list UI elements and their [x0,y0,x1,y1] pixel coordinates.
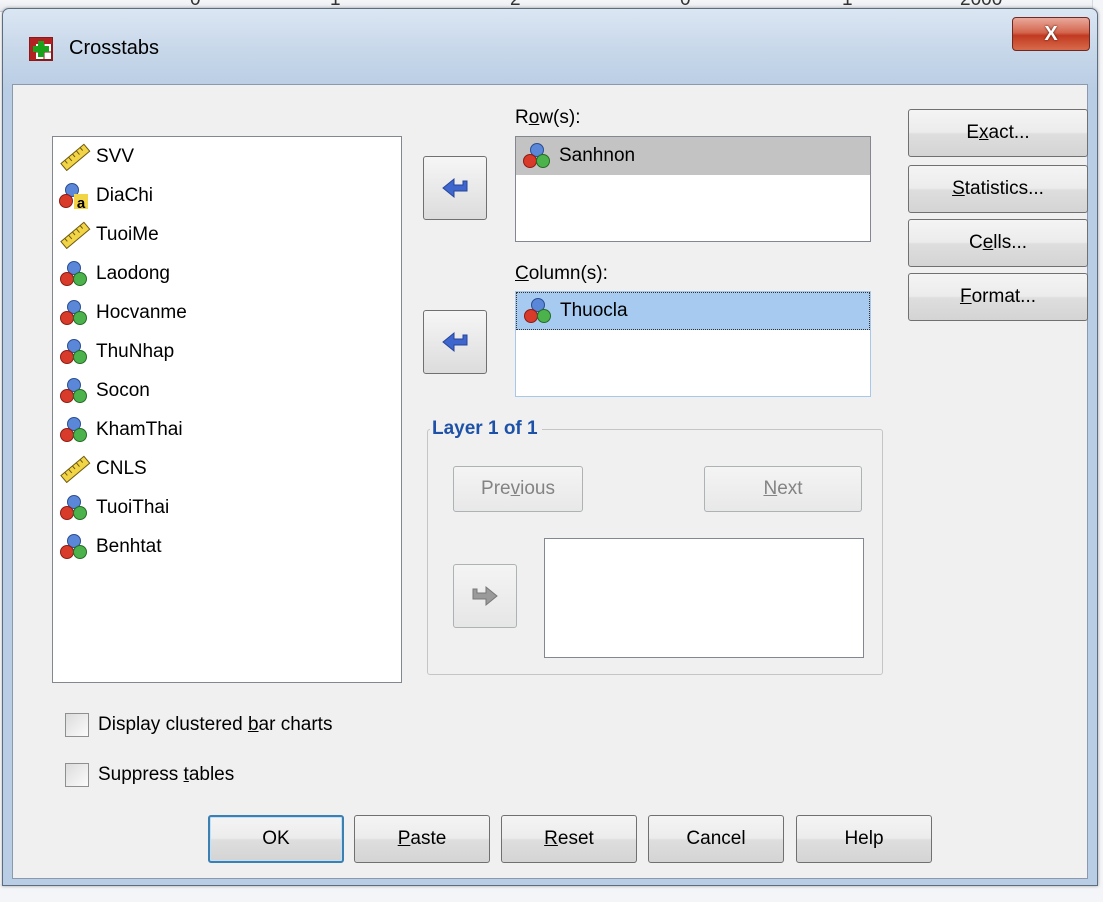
variable-name: KhamThai [96,418,183,440]
nominal-measure-icon [60,299,87,325]
variable-name: SVV [96,145,135,167]
variable-name: Socon [96,379,150,401]
variable-name: ThuNhap [96,340,175,362]
suppress-tables-label: Suppress tables [98,764,235,785]
variable-item[interactable]: SVV [53,137,401,176]
next-layer-button[interactable]: Next [704,466,862,512]
variable-item[interactable]: TuoiThai [53,488,401,527]
svg-text:a: a [77,195,86,210]
nominal-measure-icon [60,416,87,442]
nominal-measure-icon [60,533,87,559]
variable-item[interactable]: Laodong [53,254,401,293]
exact-button[interactable]: Ex act... [908,109,1088,157]
rows-list[interactable]: Sanhnon [515,136,871,242]
ok-button[interactable]: OK [208,815,344,863]
scale-measure-icon [60,143,91,171]
window-title: Crosstabs [69,37,160,59]
reset-button[interactable]: Reset [501,815,637,863]
title-bar[interactable]: Crosstabs X [3,9,1097,84]
scale-measure-icon [60,221,91,249]
cancel-button[interactable]: Cancel [648,815,784,863]
variable-item[interactable]: Socon [53,371,401,410]
nominal-measure-icon [524,298,551,323]
cells-button[interactable]: Ce lls... [908,219,1088,267]
clustered-bar-charts-label: Display clustered bar charts [98,714,333,735]
variable-item[interactable]: a DiaChi [53,176,401,215]
dialog-body: SVV a DiaChi TuoiMe Laodong Hocvanme ThuNhap So… [12,84,1088,879]
variable-item[interactable]: Hocvanme [53,293,401,332]
paste-button[interactable]: Paste [354,815,490,863]
crosstabs-icon [29,37,53,61]
crosstabs-dialog: Crosstabs X SVV a DiaChi TuoiMe Laodong Hocva… [2,8,1098,886]
rows-item[interactable]: Sanhnon [516,137,870,175]
layer-group: Layer 1 of 1 Pre v ious Next [427,418,883,675]
variable-name: Benhtat [96,535,162,557]
scale-measure-icon [60,455,91,483]
variable-item[interactable]: KhamThai [53,410,401,449]
background-window-edge [0,884,1103,902]
variable-item[interactable]: TuoiMe [53,215,401,254]
close-button[interactable]: X [1012,17,1090,51]
columns-item[interactable]: Thuocla [516,292,870,330]
columns-list[interactable]: Thuocla [515,291,871,397]
nominal-measure-icon [523,143,550,168]
columns-label: Column(s): [515,263,608,284]
variable-name: Laodong [96,262,170,284]
variable-name: Hocvanme [96,301,187,323]
suppress-tables-option[interactable]: Suppress tables [65,763,234,787]
arrow-right-icon [472,585,498,607]
clustered-bar-charts-checkbox[interactable] [65,713,89,737]
source-variable-list[interactable]: SVV a DiaChi TuoiMe Laodong Hocvanme ThuNhap So… [52,136,402,683]
arrow-left-icon [442,331,468,353]
variable-name: TuoiThai [96,496,170,518]
layer-list[interactable] [544,538,864,658]
variable-item[interactable]: ThuNhap [53,332,401,371]
move-to-layer-button[interactable] [453,564,517,628]
nominal-measure-icon [60,260,87,286]
nominal-measure-icon [60,494,87,520]
move-to-columns-button[interactable] [423,310,487,374]
rows-item-label: Sanhnon [559,145,636,166]
statistics-button[interactable]: Statistics... [908,165,1088,213]
variable-item[interactable]: CNLS [53,449,401,488]
arrow-left-icon [442,177,468,199]
variable-item[interactable]: Benhtat [53,527,401,566]
clustered-bar-charts-option[interactable]: Display clustered bar charts [65,713,332,737]
variable-name: DiaChi [96,184,154,206]
string-nominal-icon: a [59,182,88,210]
previous-layer-button[interactable]: Pre v ious [453,466,583,512]
format-button[interactable]: Format... [908,273,1088,321]
rows-label: Row(s): [515,107,581,128]
suppress-tables-checkbox[interactable] [65,763,89,787]
layer-title: Layer 1 of 1 [430,418,542,440]
columns-item-label: Thuocla [560,300,628,321]
help-button[interactable]: Help [796,815,932,863]
close-icon: X [1044,22,1058,45]
nominal-measure-icon [60,338,87,364]
variable-name: TuoiMe [96,223,159,245]
move-to-rows-button[interactable] [423,156,487,220]
nominal-measure-icon [60,377,87,403]
variable-name: CNLS [96,457,147,479]
